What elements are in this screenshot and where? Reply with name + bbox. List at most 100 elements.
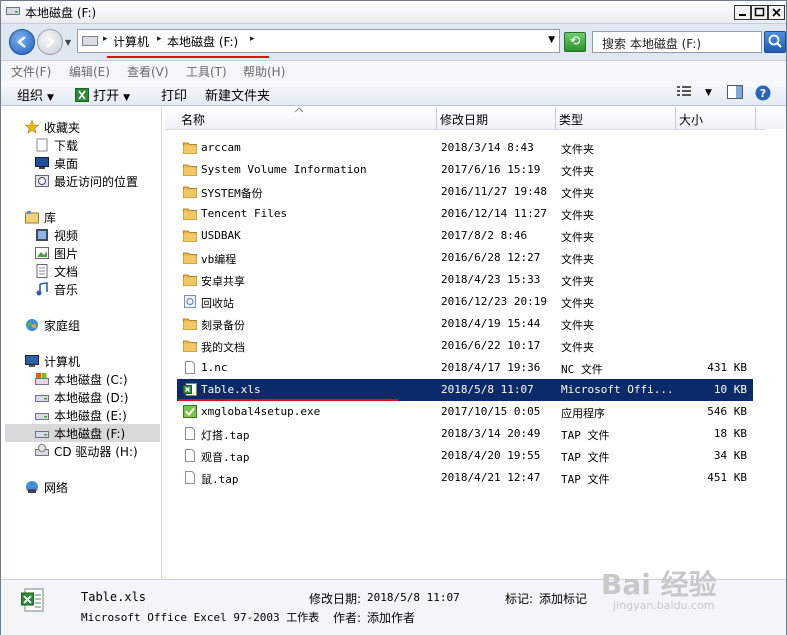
file-row[interactable]: 1.nc 2018/4/17 19:36 NC 文件 431 KB — [177, 357, 753, 379]
history-dropdown-icon[interactable]: ▼ — [65, 38, 71, 47]
file-date: 2018/4/21 12:47 — [441, 471, 541, 484]
file-row[interactable]: System Volume Information 2017/6/16 15:19… — [177, 159, 753, 181]
view-dropdown-icon[interactable]: ▼ — [705, 88, 712, 98]
nav-libraries-label: 库 — [44, 211, 57, 225]
nav-pictures-label: 图片 — [54, 247, 79, 261]
forward-button[interactable] — [37, 29, 63, 55]
baidu-watermark: Bai 经验 — [601, 568, 717, 601]
open-label: 打开 — [93, 89, 120, 104]
refresh-button[interactable]: ⟲ — [564, 32, 586, 52]
close-button[interactable] — [768, 5, 785, 20]
file-date: 2018/4/20 19:55 — [441, 449, 541, 462]
search-placeholder: 搜索 本地磁盘 (F:) — [602, 37, 702, 51]
file-date: 2018/4/23 15:33 — [441, 273, 541, 286]
breadcrumb-computer[interactable]: 计算机 — [113, 33, 149, 50]
column-header-date[interactable]: 修改日期 — [436, 107, 556, 129]
file-row[interactable]: Tencent Files 2016/12/14 11:27 文件夹 — [177, 203, 753, 225]
file-row[interactable]: arccam 2018/3/14 8:43 文件夹 — [177, 137, 753, 159]
breadcrumb-separator-icon[interactable]: ▸ — [103, 34, 108, 44]
column-size-label: 大小 — [679, 113, 704, 127]
file-row[interactable]: 安卓共享 2018/4/23 15:33 文件夹 — [177, 269, 753, 291]
file-size: 10 KB — [713, 383, 747, 396]
details-tags-label: 标记: — [505, 592, 534, 606]
breadcrumb-separator-icon[interactable]: ▸ — [157, 34, 162, 44]
open-button[interactable]: 打开 ▼ — [75, 85, 130, 104]
file-row[interactable]: 回收站 2016/12/23 20:19 文件夹 — [177, 291, 753, 313]
file-row[interactable]: Table.xls 2018/5/8 11:07 Microsoft Offi...… — [177, 379, 753, 401]
command-bar: 组织 ▼ 打开 ▼ 打印 新建文件夹 ▼ ? — [1, 81, 786, 106]
computer-icon — [25, 355, 39, 367]
file-name: Tencent Files — [201, 207, 288, 220]
file-date: 2018/5/8 11:07 — [441, 383, 534, 396]
file-type: TAP 文件 — [561, 473, 610, 486]
preview-pane-button[interactable] — [727, 85, 743, 103]
file-type: 文件夹 — [561, 231, 594, 244]
file-icon — [183, 427, 197, 440]
file-size: 451 KB — [707, 471, 747, 484]
file-date: 2018/4/19 15:44 — [441, 317, 541, 330]
folder-icon — [183, 273, 197, 286]
column-name-label: 名称 — [181, 113, 206, 127]
cd-drive-icon — [35, 444, 49, 456]
file-name: 1.nc — [201, 361, 228, 374]
menu-tools[interactable]: 工具(T) — [186, 63, 227, 80]
menu-file[interactable]: 文件(F) — [11, 63, 51, 80]
address-dropdown-icon[interactable]: ▼ — [548, 35, 555, 45]
file-row[interactable]: SYSTEM备份 2016/11/27 19:48 文件夹 — [177, 181, 753, 203]
file-row[interactable]: USDBAK 2017/8/2 8:46 文件夹 — [177, 225, 753, 247]
back-button[interactable] — [9, 29, 35, 55]
file-row[interactable]: vb编程 2016/6/28 12:27 文件夹 — [177, 247, 753, 269]
menu-edit[interactable]: 编辑(E) — [69, 63, 110, 80]
file-row[interactable]: 灯搭.tap 2018/3/14 20:49 TAP 文件 18 KB — [177, 423, 753, 445]
picture-icon — [35, 247, 49, 259]
organize-button[interactable]: 组织 ▼ — [17, 85, 54, 104]
minimize-icon — [739, 14, 746, 16]
column-header-name[interactable]: 名称 — [165, 107, 437, 129]
file-date: 2017/6/16 15:19 — [441, 163, 541, 176]
breadcrumb-separator-icon[interactable]: ▸ — [250, 34, 255, 44]
details-author-value[interactable]: 添加作者 — [367, 609, 415, 626]
nav-music-label: 音乐 — [54, 283, 79, 297]
search-button[interactable] — [764, 31, 786, 53]
print-button[interactable]: 打印 — [161, 85, 187, 104]
baidu-watermark-url: jingyan.baidu.com — [613, 599, 715, 612]
maximize-button[interactable] — [751, 5, 768, 20]
file-row[interactable]: 我的文档 2016/6/22 10:17 文件夹 — [177, 335, 753, 357]
file-row[interactable]: 观音.tap 2018/4/20 19:55 TAP 文件 34 KB — [177, 445, 753, 467]
menu-help[interactable]: 帮助(H) — [243, 63, 285, 80]
video-icon — [36, 229, 48, 241]
file-name: vb编程 — [201, 253, 237, 266]
menu-view[interactable]: 查看(V) — [127, 63, 169, 80]
nav-computer-label: 计算机 — [44, 355, 81, 369]
details-tags-value[interactable]: 添加标记 — [539, 590, 587, 607]
details-modified-value: 2018/5/8 11:07 — [367, 591, 460, 604]
excel-icon — [21, 588, 44, 612]
new-folder-button[interactable]: 新建文件夹 — [205, 85, 270, 104]
file-date: 2016/6/28 12:27 — [441, 251, 541, 264]
column-header-type[interactable]: 类型 — [555, 107, 676, 129]
file-type: 文件夹 — [561, 341, 594, 354]
file-row[interactable]: xmglobal4setup.exe 2017/10/15 0:05 应用程序 546… — [177, 401, 753, 423]
library-icon — [25, 211, 39, 224]
exe-icon — [183, 405, 197, 418]
nav-drive-f-label: 本地磁盘 (F:) — [54, 427, 126, 441]
file-name: 刻录备份 — [201, 319, 245, 332]
file-name: 回收站 — [201, 297, 234, 310]
address-box[interactable]: ▸ 计算机 ▸ 本地磁盘 (F:) ▸ ▼ — [77, 29, 560, 53]
help-button[interactable]: ? — [755, 85, 771, 105]
file-type: 文件夹 — [561, 319, 594, 332]
nav-downloads-label: 下载 — [54, 139, 79, 153]
column-header-row: 名称 修改日期 类型 大小 — [165, 107, 785, 130]
file-type: 文件夹 — [561, 209, 594, 222]
column-header-size[interactable]: 大小 — [675, 107, 756, 129]
minimize-button[interactable] — [734, 5, 751, 20]
breadcrumb-drive-f[interactable]: 本地磁盘 (F:) — [167, 33, 238, 50]
nav-drive-d-label: 本地磁盘 (D:) — [54, 391, 129, 405]
file-row[interactable]: 刻录备份 2018/4/19 15:44 文件夹 — [177, 313, 753, 335]
recent-places-icon — [35, 175, 49, 187]
view-options-icon[interactable] — [677, 85, 691, 101]
search-input[interactable]: 搜索 本地磁盘 (F:) — [592, 31, 762, 53]
folder-icon — [183, 229, 197, 242]
nav-homegroup-label: 家庭组 — [44, 319, 81, 333]
file-row[interactable]: 鼠.tap 2018/4/21 12:47 TAP 文件 451 KB — [177, 467, 753, 489]
